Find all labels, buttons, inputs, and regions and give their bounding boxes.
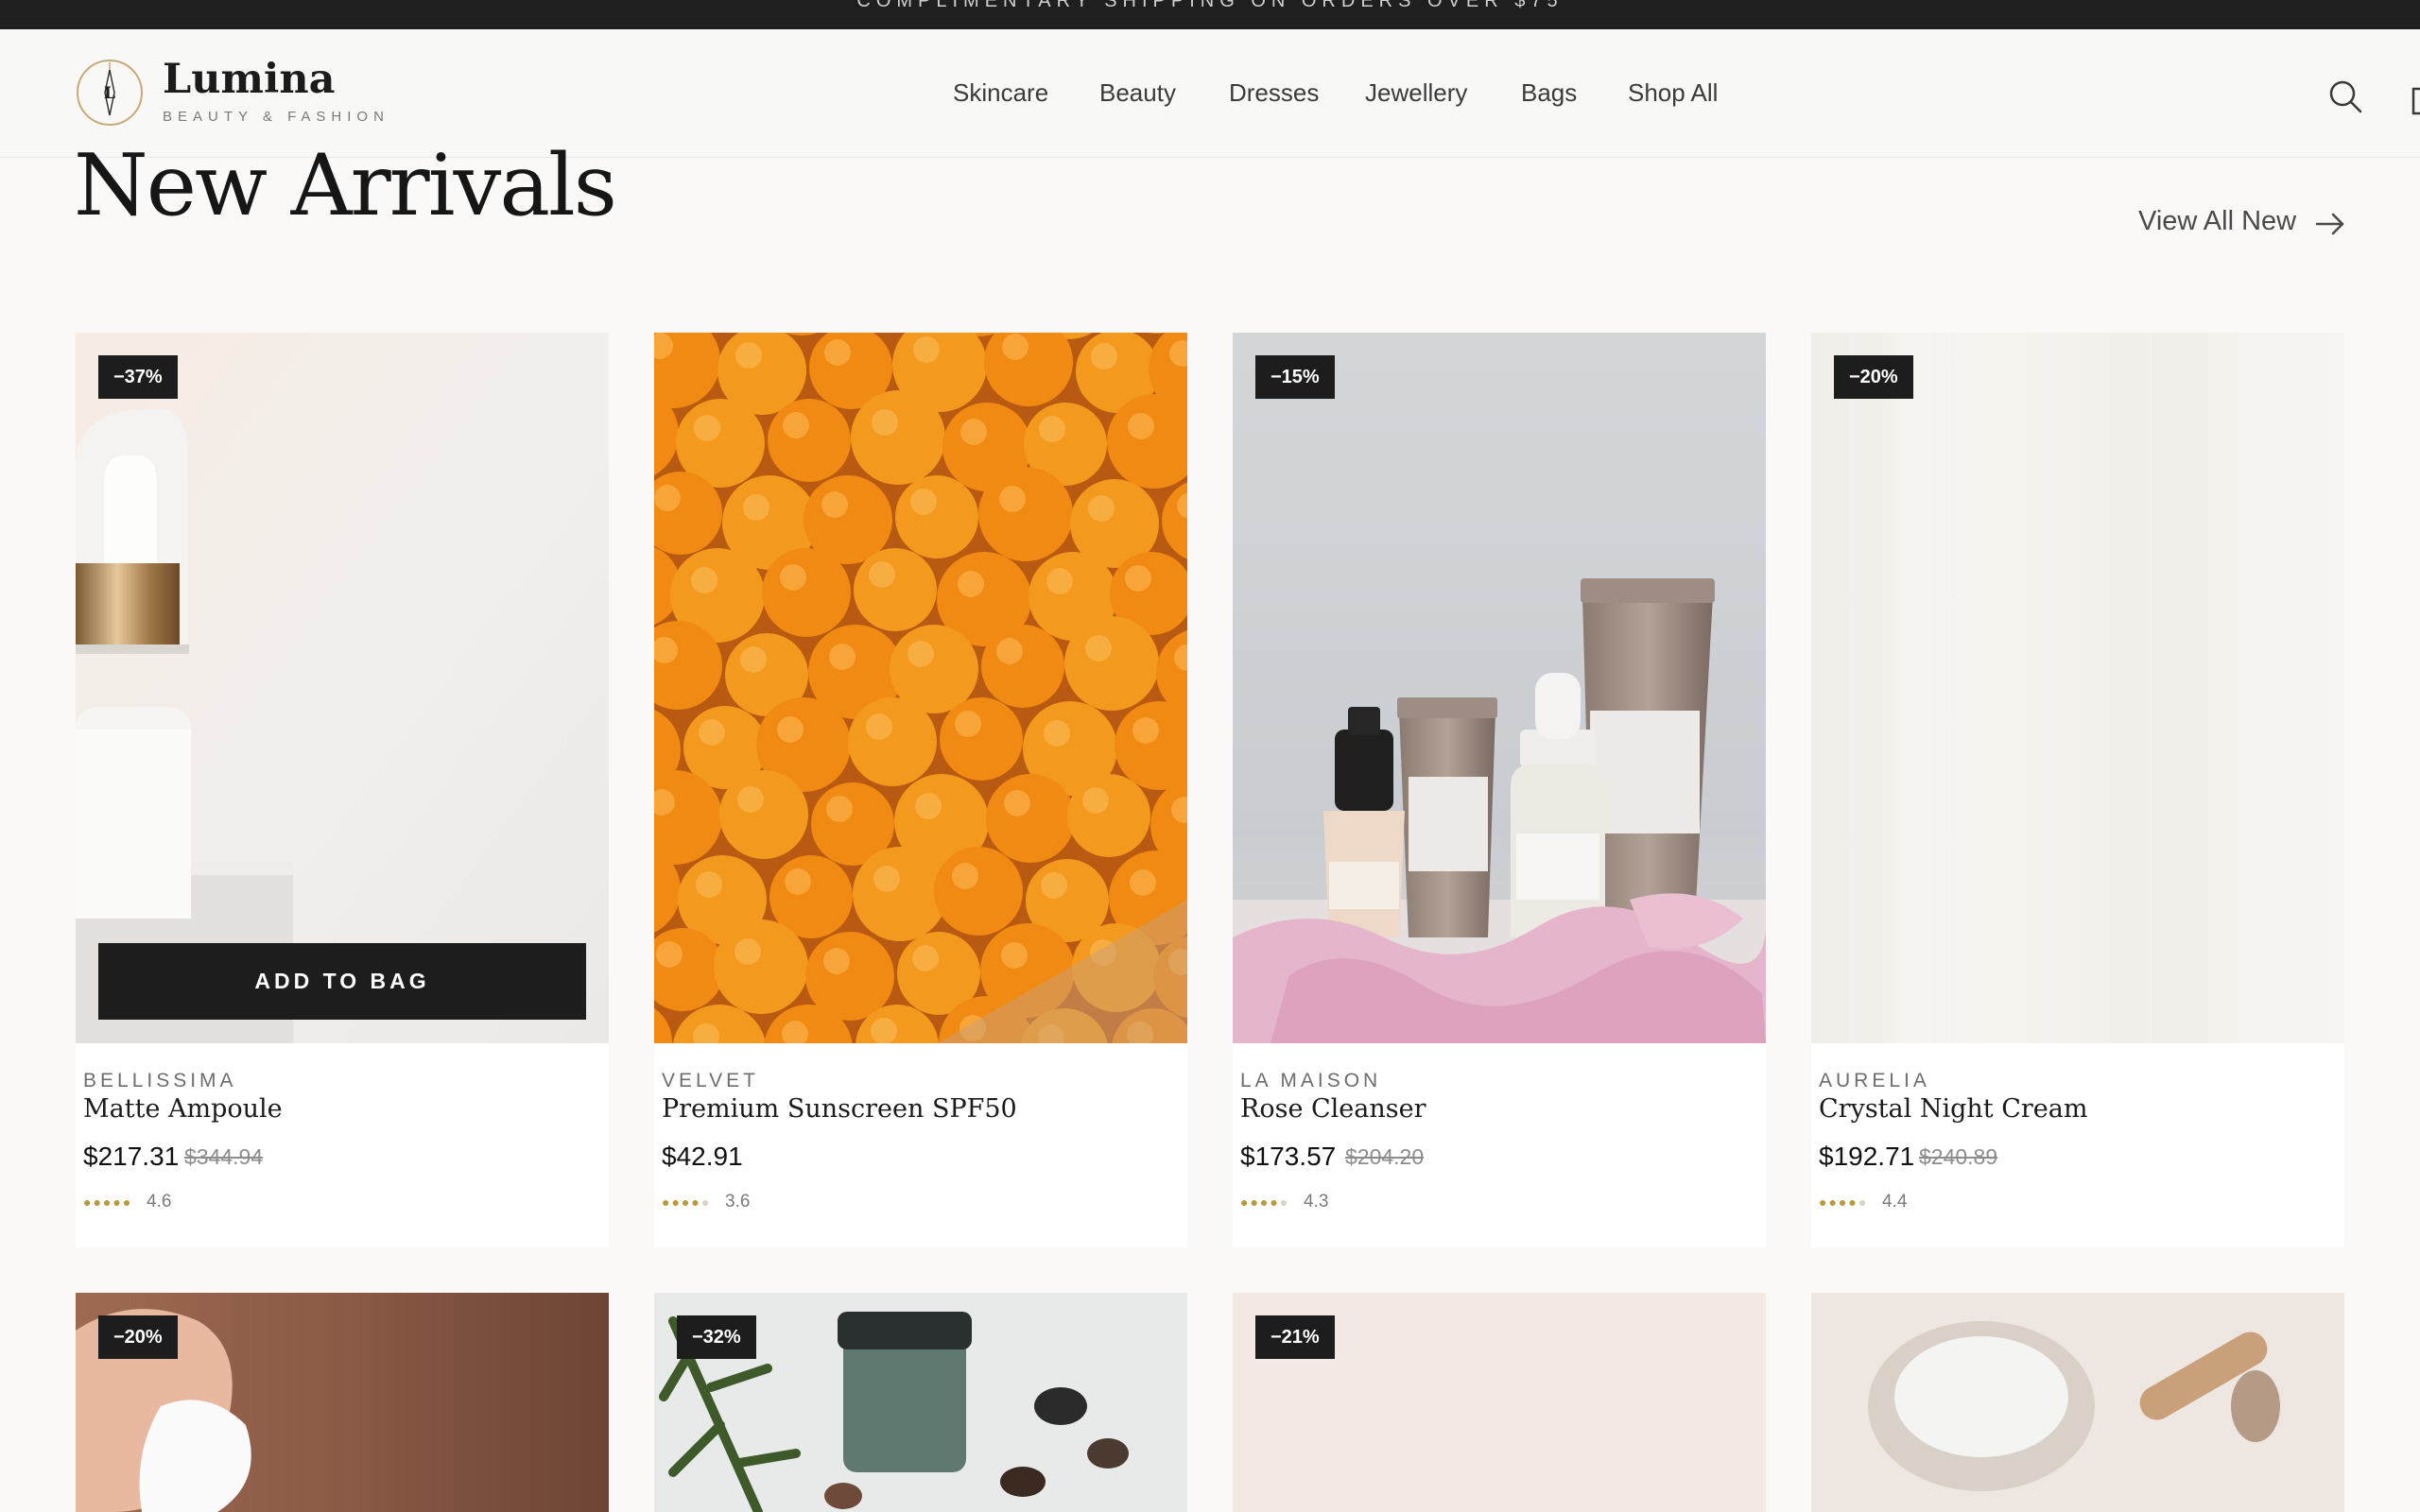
nav-item-beauty[interactable]: Beauty xyxy=(1099,78,1176,108)
rating-value: 4.4 xyxy=(1882,1192,1908,1211)
product-image[interactable]: −20% xyxy=(1811,333,2344,1043)
product-price: $173.57 xyxy=(1240,1142,1337,1171)
rating-value: 4.6 xyxy=(147,1192,172,1211)
discount-badge: −15% xyxy=(1255,355,1335,399)
product-price: $42.91 xyxy=(662,1142,743,1171)
product-image[interactable] xyxy=(1811,1293,2344,1512)
nav-item-shop-all[interactable]: Shop All xyxy=(1628,78,1718,108)
product-card[interactable]: −37% ADD TO BAG BELLISSIMA Matte Ampoule… xyxy=(76,333,609,1247)
logo-icon[interactable]: L xyxy=(76,59,144,127)
product-card[interactable]: −20% xyxy=(76,1293,609,1512)
product-image[interactable]: −32% xyxy=(654,1293,1187,1512)
arrow-right-icon xyxy=(2314,210,2346,238)
announcement-text: COMPLIMENTARY SHIPPING ON ORDERS OVER $7… xyxy=(856,0,1564,11)
product-brand: AURELIA xyxy=(1819,1070,1930,1091)
view-all-label: View All New xyxy=(2138,206,2297,236)
discount-badge: −37% xyxy=(98,355,178,399)
rating-stars: ●●●●● xyxy=(1819,1194,1869,1210)
product-price: $192.71 xyxy=(1819,1142,1915,1171)
product-card[interactable]: −20% AURELIA Crystal Night Cream $192.71… xyxy=(1811,333,2344,1247)
rating-stars: ●●●●● xyxy=(83,1194,133,1210)
rating-value: 4.3 xyxy=(1304,1192,1329,1211)
product-name[interactable]: Crystal Night Cream xyxy=(1819,1094,2087,1124)
product-card[interactable]: −21% xyxy=(1233,1293,1766,1512)
view-all-new-link[interactable]: View All New xyxy=(2138,206,2344,244)
product-image[interactable]: −21% xyxy=(1233,1293,1766,1512)
product-image[interactable]: −15% xyxy=(1233,333,1766,1043)
rating-stars: ●●●●● xyxy=(662,1194,712,1210)
bag-icon[interactable] xyxy=(2409,76,2420,117)
logo-tagline: BEAUTY & FASHION xyxy=(163,109,389,125)
product-old-price: $204.20 xyxy=(1345,1144,1425,1169)
product-image[interactable]: −37% ADD TO BAG xyxy=(76,333,609,1043)
discount-badge: −21% xyxy=(1255,1315,1335,1359)
add-to-bag-button[interactable]: ADD TO BAG xyxy=(98,943,586,1020)
announcement-bar: COMPLIMENTARY SHIPPING ON ORDERS OVER $7… xyxy=(0,0,2420,29)
rating-stars: ●●●●● xyxy=(1240,1194,1290,1210)
nav-item-dresses[interactable]: Dresses xyxy=(1229,78,1319,108)
product-price: $217.31 xyxy=(83,1142,180,1171)
section-title: New Arrivals xyxy=(74,136,617,235)
svg-text:L: L xyxy=(104,84,115,103)
product-card[interactable] xyxy=(1811,1293,2344,1512)
product-brand: VELVET xyxy=(662,1070,759,1091)
logo-wordmark[interactable]: Lumina xyxy=(163,56,335,103)
product-brand: BELLISSIMA xyxy=(83,1070,237,1091)
product-image[interactable] xyxy=(654,333,1187,1043)
product-image[interactable]: −20% xyxy=(76,1293,609,1512)
nav-item-bags[interactable]: Bags xyxy=(1521,78,1577,108)
nav-item-skincare[interactable]: Skincare xyxy=(953,78,1048,108)
product-old-price: $240.89 xyxy=(1919,1144,1998,1169)
product-name[interactable]: Matte Ampoule xyxy=(83,1094,283,1124)
product-old-price: $344.94 xyxy=(184,1144,264,1169)
product-card[interactable]: −32% xyxy=(654,1293,1187,1512)
product-name[interactable]: Premium Sunscreen SPF50 xyxy=(662,1094,1017,1124)
search-icon[interactable] xyxy=(2325,76,2366,117)
discount-badge: −20% xyxy=(98,1315,178,1359)
product-brand: LA MAISON xyxy=(1240,1070,1382,1091)
product-card[interactable]: VELVET Premium Sunscreen SPF50 $42.91 ●●… xyxy=(654,333,1187,1247)
discount-badge: −20% xyxy=(1834,355,1913,399)
product-name[interactable]: Rose Cleanser xyxy=(1240,1094,1426,1124)
product-card[interactable]: −15% LA MAISON Rose Cleanser $173.57 $20… xyxy=(1233,333,1766,1247)
discount-badge: −32% xyxy=(677,1315,756,1359)
rating-value: 3.6 xyxy=(725,1192,751,1211)
nav-item-jewellery[interactable]: Jewellery xyxy=(1365,78,1467,108)
